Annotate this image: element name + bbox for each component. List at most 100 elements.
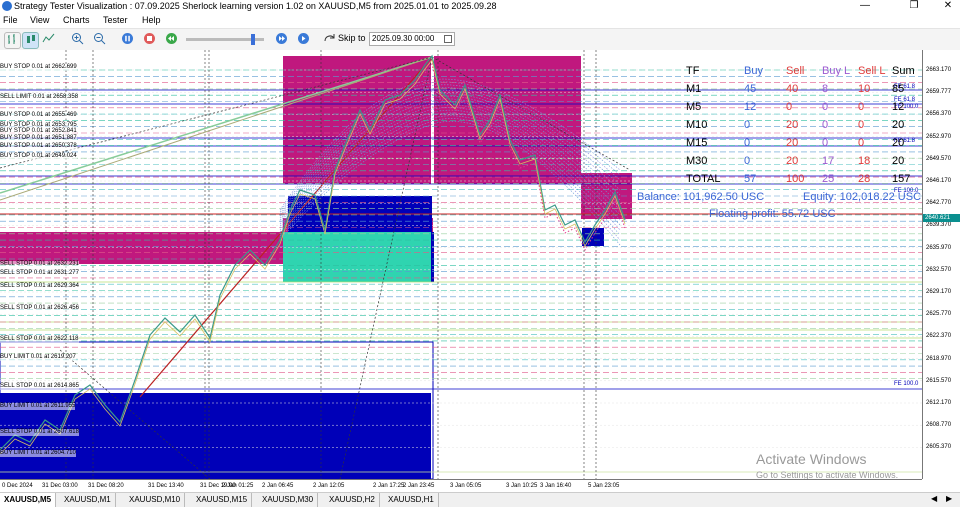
menu-view[interactable]: View <box>30 13 49 28</box>
time-axis[interactable]: 0 Dec 2024 31 Dec 03:00 31 Dec 08:20 31 Dec… <box>0 479 922 493</box>
skip-to-icon[interactable] <box>322 32 336 47</box>
stop-icon[interactable] <box>142 32 157 47</box>
stats-cell: 20 <box>892 155 905 167</box>
stats-cell: 10 <box>858 83 871 95</box>
order-level-label: BUY STOP 0.01 at 2651.887 <box>0 135 77 142</box>
zoom-in-icon[interactable] <box>70 32 85 47</box>
stats-cell: 25 <box>822 173 835 185</box>
order-level-label: BUY STOP 0.01 at 2650.378 <box>0 143 77 150</box>
order-level-label: BUY STOP 0.01 at 2655.469 <box>0 112 77 119</box>
chart-tab[interactable]: XAUUSD,M10 <box>125 493 186 507</box>
menu-help[interactable]: Help <box>142 13 161 28</box>
skip-date-value: 2025.09.30 00:00 <box>372 34 435 43</box>
time-tick-label: 5 Jan 23:05 <box>588 483 620 489</box>
chart-tab[interactable]: XAUUSD,M1 <box>60 493 116 507</box>
price-tick-label: 2629.170 <box>926 289 952 295</box>
skip-to-label: Skip to <box>338 33 366 43</box>
stats-cell: 12 <box>744 101 757 113</box>
order-level-label: SELL STOP 0.01 at 2607.618 <box>0 429 79 436</box>
chart-tab[interactable]: XAUUSD,H1 <box>384 493 439 507</box>
chart-tab[interactable]: XAUUSD,M15 <box>192 493 253 507</box>
time-tick-label: 3 Jan 05:05 <box>450 483 482 489</box>
time-tick-label: 2 Jan 17:25 <box>373 483 405 489</box>
stats-header-cell: TF <box>686 65 700 77</box>
speed-slider-thumb[interactable] <box>251 34 256 45</box>
stats-cell: M30 <box>686 155 708 167</box>
app-icon <box>2 1 12 11</box>
price-tick-label: 2663.170 <box>926 67 952 73</box>
stats-table: TF Buy Sell Buy L Sell L Sum M1 45 40 8 10 85 M5 12 0 0… <box>686 63 922 228</box>
blue-zone-small <box>582 228 604 246</box>
pause-icon[interactable] <box>120 32 135 47</box>
title-bar: Strategy Tester Visualization : 07.09.20… <box>0 0 960 13</box>
stats-header-cell: Buy L <box>822 65 851 77</box>
menu-file[interactable]: File <box>3 13 18 28</box>
chart-area[interactable]: BUY STOP 0.01 at 2662.699 SELL LIMIT 0.01… <box>0 50 922 479</box>
chart-tab[interactable]: XAUUSD,M5 <box>0 493 57 507</box>
stats-cell: 0 <box>744 137 751 149</box>
time-tick-label: 31 Dec 03:00 <box>42 483 78 489</box>
order-level-label: SELL STOP 0.01 at 2614.865 <box>0 383 79 390</box>
menu-bar: File View Charts Tester Help <box>0 13 960 29</box>
stats-cell: M15 <box>686 137 708 149</box>
fast-forward-icon[interactable] <box>274 32 289 47</box>
maximize-button[interactable]: ❐ <box>904 0 924 13</box>
stats-header-cell: Sum <box>892 65 915 77</box>
price-tick-label: 2659.777 <box>926 89 952 96</box>
stats-cell: TOTAL <box>686 173 721 185</box>
stats-cell: 157 <box>892 173 911 185</box>
close-button[interactable]: ✕ <box>938 0 958 13</box>
order-level-label: SELL STOP 0.01 at 2626.456 <box>0 305 79 312</box>
blue-zone-teal-border <box>431 232 434 282</box>
skip-date-field[interactable]: 2025.09.30 00:00 <box>369 32 455 46</box>
price-tick-label: 2622.370 <box>926 333 952 340</box>
menu-charts[interactable]: Charts <box>63 13 90 28</box>
zoom-out-icon[interactable] <box>92 32 107 47</box>
order-level-label: SELL STOP 0.01 at 2629.364 <box>0 283 79 290</box>
fibonacci-level-label: FE 100.0 <box>894 381 919 387</box>
stats-cell: 20 <box>892 119 905 131</box>
price-tick-label: 2605.370 <box>926 444 952 451</box>
order-level-label: BUY LIMIT 0.01 at 2611.955 <box>0 403 76 410</box>
price-tick-label: 2639.370 <box>926 222 952 229</box>
stats-cell: M10 <box>686 119 708 131</box>
stats-header-cell: Buy <box>744 65 763 77</box>
stats-cell: 20 <box>892 137 905 149</box>
price-axis[interactable]: 2663.170 2659.777 2656.370 2652.970 2649.570… <box>922 50 960 479</box>
rewind-icon[interactable] <box>164 32 179 47</box>
tabs-scroll-left-icon[interactable]: ◀ <box>931 494 937 503</box>
stats-cell: 0 <box>858 119 865 131</box>
stats-cell: 57 <box>744 173 757 185</box>
chart-bars-icon[interactable] <box>4 32 21 49</box>
time-tick-label: 31 Dec 13:40 <box>148 483 184 489</box>
stats-cell: 100 <box>786 173 805 185</box>
chart-tab[interactable]: XAUUSD,M30 <box>258 493 319 507</box>
chart-candles-icon[interactable] <box>22 32 39 49</box>
chart-tab-bar: XAUUSD,M5 XAUUSD,M1 XAUUSD,M10 XAUUSD,M15 XA… <box>0 492 960 507</box>
chart-tab[interactable]: XAUUSD,H2 <box>325 493 380 507</box>
activate-windows-title: Activate Windows <box>756 451 867 467</box>
price-tick-label: 2612.170 <box>926 400 952 406</box>
stats-cell: M1 <box>686 83 702 95</box>
order-level-label: BUY STOP 0.01 at 2652.841 <box>0 128 77 135</box>
forward-icon[interactable] <box>296 32 311 47</box>
order-level-label: BUY LIMIT 0.01 at 2619.207 <box>0 354 76 361</box>
speed-slider[interactable] <box>186 34 264 45</box>
stats-cell: 0 <box>786 101 793 113</box>
white-gap <box>431 56 434 184</box>
price-tick-label: 2646.170 <box>926 178 952 184</box>
menu-tester[interactable]: Tester <box>103 13 128 28</box>
calendar-icon[interactable] <box>444 35 452 43</box>
chart-line-icon[interactable] <box>41 32 56 47</box>
stats-cell: 20 <box>786 119 799 131</box>
stats-cell: 0 <box>822 119 829 131</box>
time-tick-label: 31 Dec 08:20 <box>88 483 124 489</box>
price-tick-label: 2615.570 <box>926 377 952 384</box>
time-tick-label: 3 Jan 16:40 <box>540 483 572 489</box>
minimize-button[interactable]: — <box>855 0 875 13</box>
order-level-label: SELL STOP 0.01 at 2632.231 <box>0 261 79 268</box>
price-tick-label: 2618.970 <box>926 355 952 362</box>
tabs-scroll-right-icon[interactable]: ▶ <box>946 494 952 503</box>
stats-cell: 17 <box>822 155 835 167</box>
time-tick-label: 2 Jan 12:05 <box>313 483 345 489</box>
